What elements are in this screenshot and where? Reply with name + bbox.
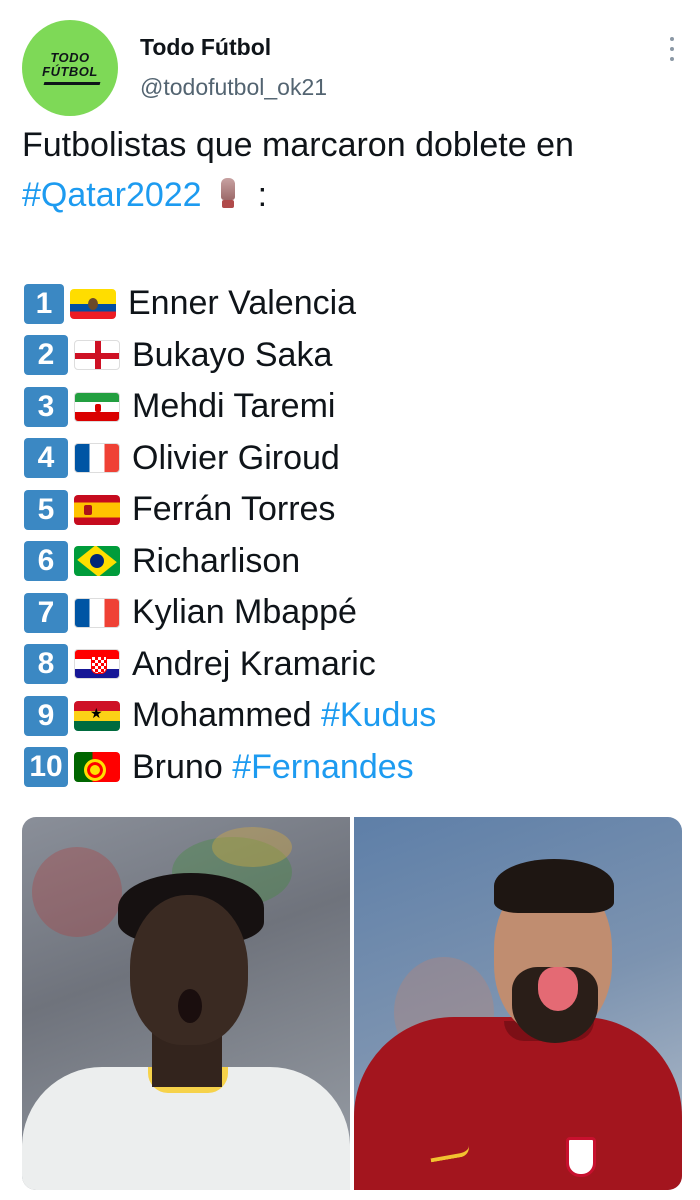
number-badge-icon: 9 (24, 695, 68, 736)
croatia-flag-icon (74, 649, 120, 680)
france-flag-icon (74, 443, 120, 474)
player-name: Richarlison (132, 541, 301, 580)
number-badge-icon: 4 (24, 438, 68, 479)
player-name: Bruno #Fernandes (132, 747, 414, 786)
ecuador-flag-icon (70, 288, 116, 319)
more-options-icon[interactable] (662, 34, 682, 64)
list-item: 7 Kylian Mbappé (24, 587, 684, 639)
number-badge-icon: 8 (24, 644, 68, 685)
player-name: Mohammed #Kudus (132, 696, 437, 735)
player-name: Bukayo Saka (132, 335, 333, 374)
tweet-header: TODO FÚTBOL Todo Fútbol @todofutbol_ok21 (22, 20, 682, 116)
tweet-text-line: Futbolistas que marcaron doblete en (22, 126, 574, 164)
number-badge-icon: 1 (24, 283, 64, 324)
number-badge-icon: 6 (24, 541, 68, 582)
player-name: Enner Valencia (128, 284, 357, 323)
tweet-colon: : (257, 176, 268, 214)
list-item: 9 Mohammed #Kudus (24, 690, 684, 742)
spain-flag-icon (74, 494, 120, 525)
avatar-logo-underline (43, 82, 101, 85)
tweet-media (22, 817, 682, 1190)
display-name[interactable]: Todo Fútbol (140, 34, 271, 61)
list-item: 8 Andrej Kramaric (24, 639, 684, 691)
hashtag-link[interactable]: #Fernandes (232, 748, 413, 786)
photo-player-portugal[interactable] (354, 817, 682, 1190)
list-item: 1 Enner Valencia (24, 278, 684, 330)
avatar[interactable]: TODO FÚTBOL (22, 20, 118, 116)
number-badge-icon: 7 (24, 592, 68, 633)
avatar-logo-text: TODO (50, 50, 90, 65)
player-name: Mehdi Taremi (132, 387, 336, 426)
avatar-logo-text: FÚTBOL (42, 64, 98, 79)
trophy-icon (218, 176, 238, 210)
hashtag-link[interactable]: #Qatar2022 (22, 176, 202, 214)
number-badge-icon: 5 (24, 489, 68, 530)
iran-flag-icon (74, 391, 120, 422)
player-name: Andrej Kramaric (132, 644, 376, 683)
hashtag-link[interactable]: #Kudus (321, 696, 436, 734)
list-item: 6 Richarlison (24, 536, 684, 588)
brazil-flag-icon (74, 546, 120, 577)
player-name: Ferrán Torres (132, 490, 336, 529)
portugal-flag-icon (74, 752, 120, 783)
list-item: 2 Bukayo Saka (24, 330, 684, 382)
player-name: Kylian Mbappé (132, 593, 357, 632)
list-item: 4 Olivier Giroud (24, 433, 684, 485)
tweet-text-line: #Qatar2022: (22, 176, 267, 215)
number-badge-icon: 3 (24, 386, 68, 427)
number-badge-icon: 10 (24, 747, 68, 788)
england-flag-icon (74, 340, 120, 371)
user-handle[interactable]: @todofutbol_ok21 (140, 74, 327, 101)
list-item: 10 Bruno #Fernandes (24, 742, 684, 794)
player-name: Olivier Giroud (132, 438, 340, 477)
list-item: 5 Ferrán Torres (24, 484, 684, 536)
player-list: 1 Enner Valencia 2 Bukayo Saka 3 Mehdi T… (24, 278, 684, 793)
list-item: 3 Mehdi Taremi (24, 381, 684, 433)
ghana-flag-icon (74, 700, 120, 731)
photo-player-ghana[interactable] (22, 817, 350, 1190)
number-badge-icon: 2 (24, 335, 68, 376)
france-flag-icon (74, 597, 120, 628)
